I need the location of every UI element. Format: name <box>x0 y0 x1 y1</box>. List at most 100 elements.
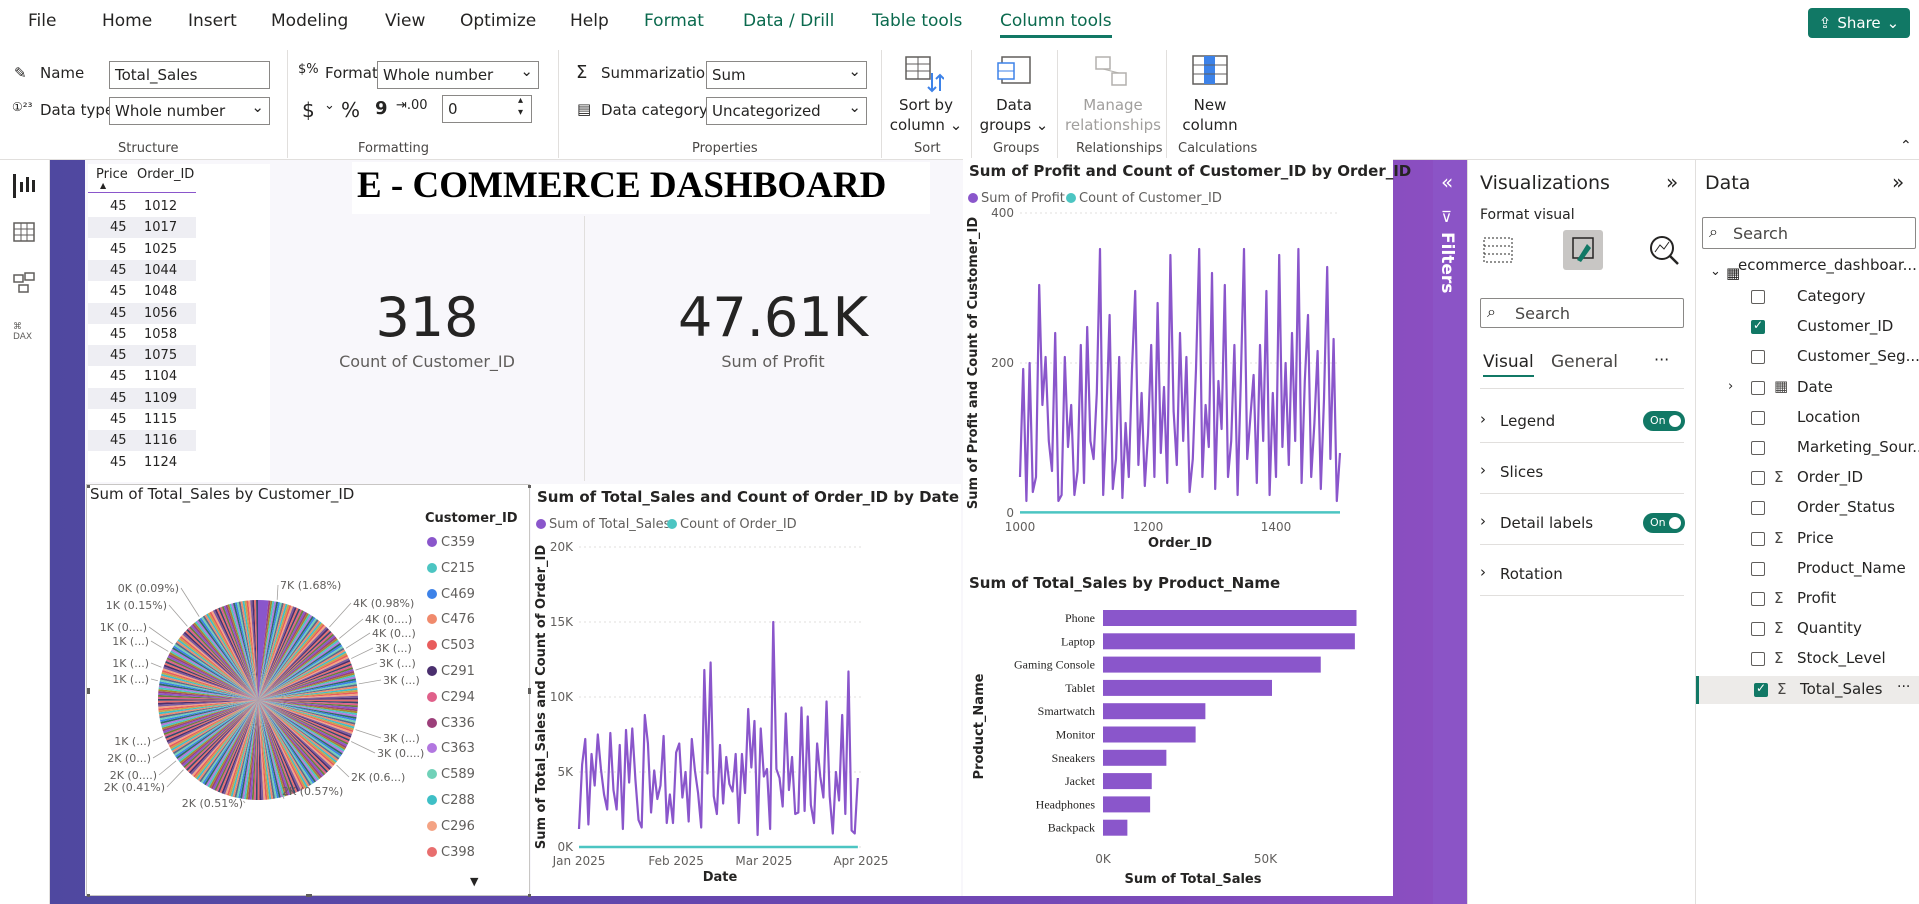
bar[interactable] <box>1103 796 1151 813</box>
sort-by-column-button[interactable]: Sort by column ⌄ <box>888 95 964 135</box>
field-row[interactable]: Σ Price <box>1696 525 1919 553</box>
format-select[interactable]: Whole number <box>377 61 539 89</box>
tab-visual[interactable]: Visual <box>1483 352 1534 377</box>
resize-handle[interactable] <box>306 894 312 897</box>
menu-file[interactable]: File <box>28 11 56 31</box>
analytics-icon[interactable] <box>1646 232 1682 268</box>
field-checkbox[interactable] <box>1751 290 1765 304</box>
menu-format[interactable]: Format <box>644 11 704 31</box>
menu-home[interactable]: Home <box>102 11 152 31</box>
table-row[interactable]: 45 1115 <box>88 409 196 430</box>
field-checkbox[interactable] <box>1751 471 1765 486</box>
menu-table-tools[interactable]: Table tools <box>872 11 962 31</box>
collapse-pane-icon[interactable]: » <box>1892 170 1904 194</box>
bar[interactable] <box>1103 749 1167 766</box>
bar[interactable] <box>1103 656 1321 673</box>
filters-pane-collapsed[interactable]: « ⊽ Filters <box>1433 160 1467 904</box>
legend-section[interactable]: › Legend On <box>1468 410 1696 440</box>
bar[interactable] <box>1103 773 1152 790</box>
resize-handle[interactable] <box>87 485 90 488</box>
chevron-down-icon[interactable]: ⌄ <box>1710 264 1721 279</box>
model-view-icon[interactable] <box>13 272 37 296</box>
table-row[interactable]: 45 1012 <box>88 196 196 217</box>
field-row[interactable]: Customer_Seg... <box>1696 343 1919 371</box>
field-row[interactable]: Category <box>1696 283 1919 311</box>
table-row[interactable]: 45 1109 <box>88 387 196 409</box>
field-row[interactable]: Σ Quantity <box>1696 615 1919 643</box>
rotation-section[interactable]: › Rotation <box>1468 563 1696 593</box>
more-options-icon[interactable]: ··· <box>1654 350 1669 369</box>
field-row[interactable]: Σ Stock_Level <box>1696 645 1919 673</box>
kpi-card-profit[interactable]: 47.61K Sum of Profit <box>585 216 961 481</box>
dax-query-view-icon[interactable]: ⌘ DAX <box>13 322 37 346</box>
field-row[interactable]: Customer_ID <box>1696 313 1919 341</box>
menu-modeling[interactable]: Modeling <box>271 11 348 31</box>
bar[interactable] <box>1103 610 1357 626</box>
chevron-down-icon[interactable]: ⌄ <box>324 98 335 113</box>
field-checkbox[interactable] <box>1751 531 1765 546</box>
bar[interactable] <box>1103 726 1196 743</box>
field-checkbox[interactable] <box>1754 681 1768 697</box>
name-input[interactable]: Total_Sales <box>109 61 270 89</box>
field-checkbox[interactable] <box>1751 318 1765 335</box>
field-row[interactable]: Location <box>1696 404 1919 432</box>
field-checkbox[interactable] <box>1751 350 1765 365</box>
profit-line-chart[interactable]: Sum of Profit and Count of Customer_ID b… <box>963 158 1411 570</box>
field-row[interactable]: › ▦ Date <box>1696 374 1919 402</box>
summarization-select[interactable]: Sum <box>706 61 867 89</box>
sales-by-date-chart[interactable]: Sum of Total_Sales and Count of Order_ID… <box>531 484 961 896</box>
table-row[interactable]: 45 1116 <box>88 430 196 452</box>
menu-optimize[interactable]: Optimize <box>460 11 536 31</box>
more-options-icon[interactable]: ··· <box>1897 679 1910 695</box>
bar[interactable] <box>1103 633 1355 650</box>
bar[interactable] <box>1103 703 1206 720</box>
bar[interactable] <box>1103 819 1128 836</box>
table-row[interactable]: 45 1044 <box>88 259 196 281</box>
data-groups-button[interactable]: Data groups ⌄ <box>976 95 1052 135</box>
field-row[interactable]: Marketing_Sour... <box>1696 434 1919 462</box>
menu-data-drill[interactable]: Data / Drill <box>743 11 834 31</box>
table-row[interactable]: 45 1104 <box>88 366 196 388</box>
resize-handle[interactable] <box>87 894 90 897</box>
viz-search-input[interactable]: ⌕ Search <box>1480 298 1684 328</box>
build-visual-icon[interactable] <box>1480 232 1516 268</box>
table-visual[interactable]: Price Order_ID ▲ 45 1012 45 1017 45 1025 45 104… <box>88 164 270 482</box>
table-row[interactable]: 45 1048 <box>88 281 196 303</box>
field-checkbox[interactable] <box>1751 410 1765 425</box>
table-row[interactable]: 45 1124 <box>88 451 196 473</box>
table-header-price[interactable]: Price <box>96 167 128 182</box>
product-bar-chart[interactable]: Sum of Total_Sales by Product_Name Phone… <box>963 570 1393 896</box>
menu-insert[interactable]: Insert <box>188 11 237 31</box>
field-row[interactable]: Σ Order_ID <box>1696 464 1919 492</box>
table-header-order-id[interactable]: Order_ID <box>137 167 194 182</box>
resize-handle[interactable] <box>87 688 90 694</box>
share-button[interactable]: ⇪ Share ⌄ <box>1808 8 1910 38</box>
expand-filters-icon[interactable]: « <box>1441 170 1453 194</box>
spinner-arrows-icon[interactable]: ▴ ▾ <box>518 95 523 119</box>
slices-section[interactable]: › Slices <box>1468 461 1696 491</box>
pie-chart-visual[interactable]: Sum of Total_Sales by Customer_ID Custom… <box>86 484 531 897</box>
tab-general[interactable]: General <box>1551 352 1618 372</box>
data-category-select[interactable]: Uncategorized <box>706 97 867 125</box>
field-checkbox[interactable] <box>1751 501 1765 516</box>
field-row[interactable]: Σ Total_Sales ··· <box>1696 675 1919 704</box>
comma-button[interactable]: 9 <box>375 98 388 119</box>
data-search-input[interactable]: ⌕ Search <box>1702 217 1916 249</box>
field-row[interactable]: Σ Profit <box>1696 585 1919 613</box>
field-row[interactable]: Product_Name <box>1696 555 1919 583</box>
field-checkbox[interactable] <box>1751 561 1765 576</box>
detail-labels-toggle[interactable]: On <box>1643 513 1685 533</box>
currency-button[interactable]: $ <box>302 98 315 122</box>
menu-column-tools[interactable]: Column tools <box>1000 11 1112 38</box>
field-row[interactable]: Order_Status <box>1696 494 1919 522</box>
field-checkbox[interactable] <box>1751 652 1765 667</box>
menu-help[interactable]: Help <box>570 11 609 31</box>
series-line[interactable] <box>577 620 859 837</box>
legend-toggle[interactable]: On <box>1643 411 1685 431</box>
percent-button[interactable]: % <box>341 98 360 122</box>
table-row[interactable]: 45 1025 <box>88 238 196 260</box>
table-name[interactable]: ecommerce_dashboar... <box>1738 256 1918 274</box>
detail-labels-section[interactable]: › Detail labels On <box>1468 512 1696 542</box>
table-row[interactable]: 45 1056 <box>88 302 196 324</box>
table-view-icon[interactable] <box>13 222 37 246</box>
